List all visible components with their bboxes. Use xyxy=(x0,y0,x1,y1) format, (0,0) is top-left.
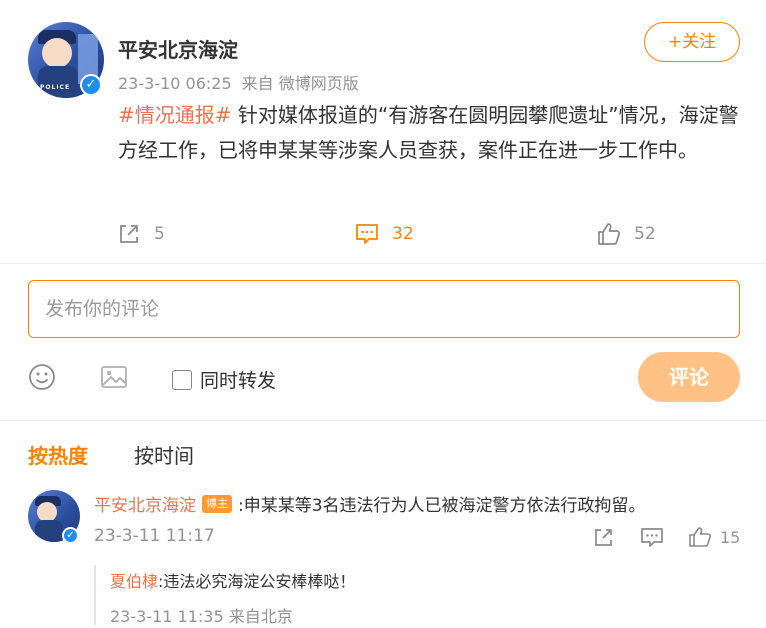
avatar-head-graphic xyxy=(42,38,72,68)
repost-checkbox[interactable]: 同时转发 xyxy=(172,366,276,393)
follow-button[interactable]: +关注 xyxy=(644,22,740,62)
post-actions: 5 32 52 xyxy=(0,218,766,250)
reply-item: 夏伯棣:违法必究海淀公安棒棒哒！ 23-3-11 11:35 来自北京 xyxy=(94,565,740,626)
reply-meta: 23-3-11 11:35 来自北京 xyxy=(110,607,293,626)
comment-count: 32 xyxy=(392,224,414,244)
post-timestamp[interactable]: 23-3-10 06:25 xyxy=(118,74,232,93)
comment-action[interactable]: 32 xyxy=(354,218,414,250)
comment-box[interactable] xyxy=(28,280,740,338)
comment-input[interactable] xyxy=(45,298,723,320)
comment-like-count: 15 xyxy=(720,527,741,547)
weibo-post: POLICE ✓ 平安北京海淀 23-3-10 06:25 来自 微博网页版 +关… xyxy=(0,0,766,264)
post-hashtag[interactable]: #情况通报# xyxy=(118,103,232,127)
comment-text: :申某某等3名违法行为人已被海淀警方依法行政拘留。 xyxy=(238,496,646,516)
share-icon xyxy=(595,529,612,546)
repost-count: 5 xyxy=(154,224,165,244)
post-meta: 23-3-10 06:25 来自 微博网页版 xyxy=(118,70,359,94)
avatar-police-text: POLICE xyxy=(40,84,71,91)
author-name[interactable]: 平安北京海淀 xyxy=(118,34,238,63)
comment-line: 平安北京海淀 博主 :申某某等3名违法行为人已被海淀警方依法行政拘留。 xyxy=(94,491,744,516)
reply-author-name[interactable]: 夏伯棣 xyxy=(110,572,158,591)
submit-comment-button[interactable]: 评论 xyxy=(638,352,740,402)
comment-icon xyxy=(641,528,663,547)
avatar-body-graphic xyxy=(38,66,78,98)
like-action[interactable]: 52 xyxy=(596,218,656,250)
sort-tabs: 按热度 按时间 xyxy=(28,440,194,469)
reply-line: 夏伯棣:违法必究海淀公安棒棒哒！ xyxy=(110,568,740,592)
author-badge: 博主 xyxy=(202,494,232,513)
composer-tools: 同时转发 评论 xyxy=(0,352,766,402)
post-source: 来自 微博网页版 xyxy=(241,74,359,93)
avatar-head-graphic xyxy=(37,502,57,522)
repost-action[interactable]: 5 xyxy=(116,218,165,250)
repost-checkbox-label: 同时转发 xyxy=(200,370,277,392)
comment-share-action[interactable] xyxy=(592,523,616,551)
share-icon xyxy=(120,225,138,243)
avatar-body-graphic xyxy=(35,520,63,542)
verified-badge-icon: ✓ xyxy=(80,74,102,96)
tab-sort-time[interactable]: 按时间 xyxy=(134,440,194,469)
comment-reply-action[interactable] xyxy=(640,523,664,551)
emoji-icon[interactable] xyxy=(27,362,57,392)
section-divider xyxy=(0,420,766,421)
tab-sort-hot[interactable]: 按热度 xyxy=(28,440,88,469)
reply-text: :违法必究海淀公安棒棒哒！ xyxy=(158,572,356,591)
image-icon[interactable] xyxy=(99,362,129,392)
checkbox-icon[interactable] xyxy=(172,369,192,390)
thumbs-up-icon xyxy=(598,223,620,245)
commenter-name[interactable]: 平安北京海淀 xyxy=(94,491,196,516)
like-count: 52 xyxy=(634,224,656,244)
comment-timestamp: 23-3-11 11:17 xyxy=(94,526,215,546)
commenter-verified-icon: ✓ xyxy=(62,527,79,544)
comment-icon xyxy=(356,224,378,244)
thumbs-up-icon xyxy=(689,527,711,547)
comment-like-action[interactable]: 15 xyxy=(688,523,740,551)
post-content: #情况通报# 针对媒体报道的“有游客在圆明园攀爬遗址”情况，海淀警方经工作，已将… xyxy=(118,98,740,168)
